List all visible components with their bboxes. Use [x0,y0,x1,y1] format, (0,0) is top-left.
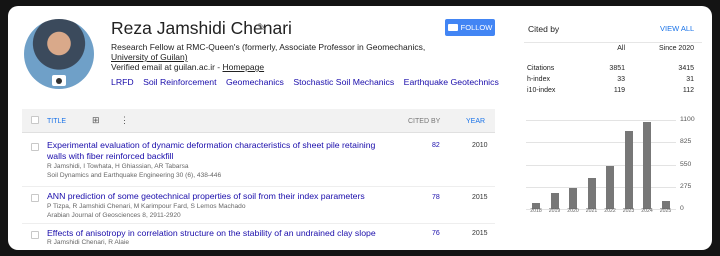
col-since-header: Since 2020 [658,45,694,52]
add-article-icon[interactable]: ⊞ [92,115,100,126]
article-venue: Arabian Journal of Geosciences 8, 2911-2… [47,212,181,219]
gridline [526,164,676,166]
x-tick-label: 2025 [659,208,672,214]
metric-since: 31 [686,76,694,83]
article-year: 2015 [472,194,488,201]
follow-label: FOLLOW [460,23,493,32]
row-checkbox[interactable] [31,143,39,151]
table-row: Effects of anisotropy in correlation str… [22,225,495,250]
table-row: ANN prediction of some geotechnical prop… [22,188,495,224]
interest-lrfd[interactable]: LRFD [111,77,134,87]
x-tick-label: 2019 [548,208,561,214]
select-all-checkbox[interactable] [31,116,39,124]
interest-earthquake-geotechnics[interactable]: Earthquake Geotechnics [404,77,499,87]
table-row: Experimental evaluation of dynamic defor… [22,137,495,187]
x-tick-label: 2020 [567,208,579,214]
cited-by-panel: Cited by VIEW ALL All Since 2020 Citatio… [514,6,712,250]
email-line: Verified email at guilan.ac.ir - Homepag… [111,62,264,72]
x-tick-label: 2021 [585,208,598,214]
article-authors: R Jamshidi Chenari, R Alaie [47,239,130,246]
metric-all: 119 [613,87,625,94]
row-checkbox[interactable] [31,231,39,239]
interest-soil-reinforcement[interactable]: Soil Reinforcement [143,77,216,87]
article-year: 2015 [472,230,488,237]
chart-bar[interactable] [550,193,559,209]
follow-button[interactable]: FOLLOW [445,19,495,36]
interests: LRFD Soil Reinforcement Geomechanics Sto… [111,77,506,87]
y-tick-label: 0 [680,205,684,212]
avatar[interactable] [24,19,94,89]
metric-all: 33 [617,76,625,83]
y-tick-label: 550 [680,160,692,168]
divider [524,42,702,43]
interest-geomechanics[interactable]: Geomechanics [226,77,284,87]
edit-icon[interactable]: ✎ [257,21,266,34]
x-tick-label: 2024 [641,208,653,214]
citation-count[interactable]: 82 [432,142,440,149]
profile-main: Reza Jamshidi Chenari ✎ FOLLOW Research … [8,6,508,250]
envelope-icon [447,24,458,31]
article-authors: P Tizpa, R Jamshidi Chenari, M Karimpour… [47,203,246,210]
article-authors: R Jamshidi, I Towhata, H Ghiassian, AR T… [47,163,189,170]
citation-count[interactable]: 78 [432,194,440,201]
article-venue: Soil Dynamics and Earthquake Engineering… [47,172,222,179]
chart-bar[interactable] [606,166,614,209]
article-title[interactable]: Effects of anisotropy in correlation str… [47,228,387,239]
cited-by-title: Cited by [528,24,560,34]
metric-since: 112 [682,87,694,94]
y-tick-label: 825 [680,138,692,146]
metric-label: Citations [527,65,555,72]
article-title[interactable]: ANN prediction of some geotechnical prop… [47,191,387,202]
email-text: Verified email at guilan.ac.ir - [111,62,223,72]
camera-icon[interactable] [52,75,66,86]
metric-all: 3851 [609,65,625,72]
metric-label: h-index [527,76,550,83]
gridline [526,186,676,188]
more-vert-icon[interactable]: ⋮ [120,115,129,126]
table-header: TITLE ⊞ ⋮ CITED BY YEAR [22,109,495,133]
profile-card: Reza Jamshidi Chenari ✎ FOLLOW Research … [8,6,712,250]
gridline [526,120,676,121]
col-all-header: All [617,45,625,52]
view-all-link[interactable]: VIEW ALL [660,24,694,33]
article-year: 2010 [472,142,488,149]
year-header[interactable]: YEAR [466,118,485,125]
x-tick-label: 2022 [604,208,616,214]
row-checkbox[interactable] [31,194,39,202]
x-tick-label: 2018 [530,208,542,214]
homepage-link[interactable]: Homepage [223,62,265,72]
chart-bar[interactable] [643,121,651,209]
metric-label: i10-index [527,87,556,94]
affiliation-line1: Research Fellow at RMC-Queen's (formerly… [111,42,426,52]
gridline [526,142,676,144]
title-header[interactable]: TITLE [47,118,66,125]
metric-since: 3415 [678,65,694,72]
chart-bar[interactable] [569,188,577,209]
article-title[interactable]: Experimental evaluation of dynamic defor… [47,140,387,162]
citation-count[interactable]: 76 [432,230,440,237]
y-tick-label: 275 [680,182,692,190]
y-tick-label: 1100 [680,116,695,123]
cited-by-header[interactable]: CITED BY [408,118,440,125]
chart-bar[interactable] [624,131,633,209]
chart-bar[interactable] [587,178,596,209]
affiliation-link[interactable]: University of Guilan) [111,52,188,62]
interest-stochastic-soil-mechanics[interactable]: Stochastic Soil Mechanics [293,77,394,87]
x-tick-label: 2023 [622,208,635,214]
